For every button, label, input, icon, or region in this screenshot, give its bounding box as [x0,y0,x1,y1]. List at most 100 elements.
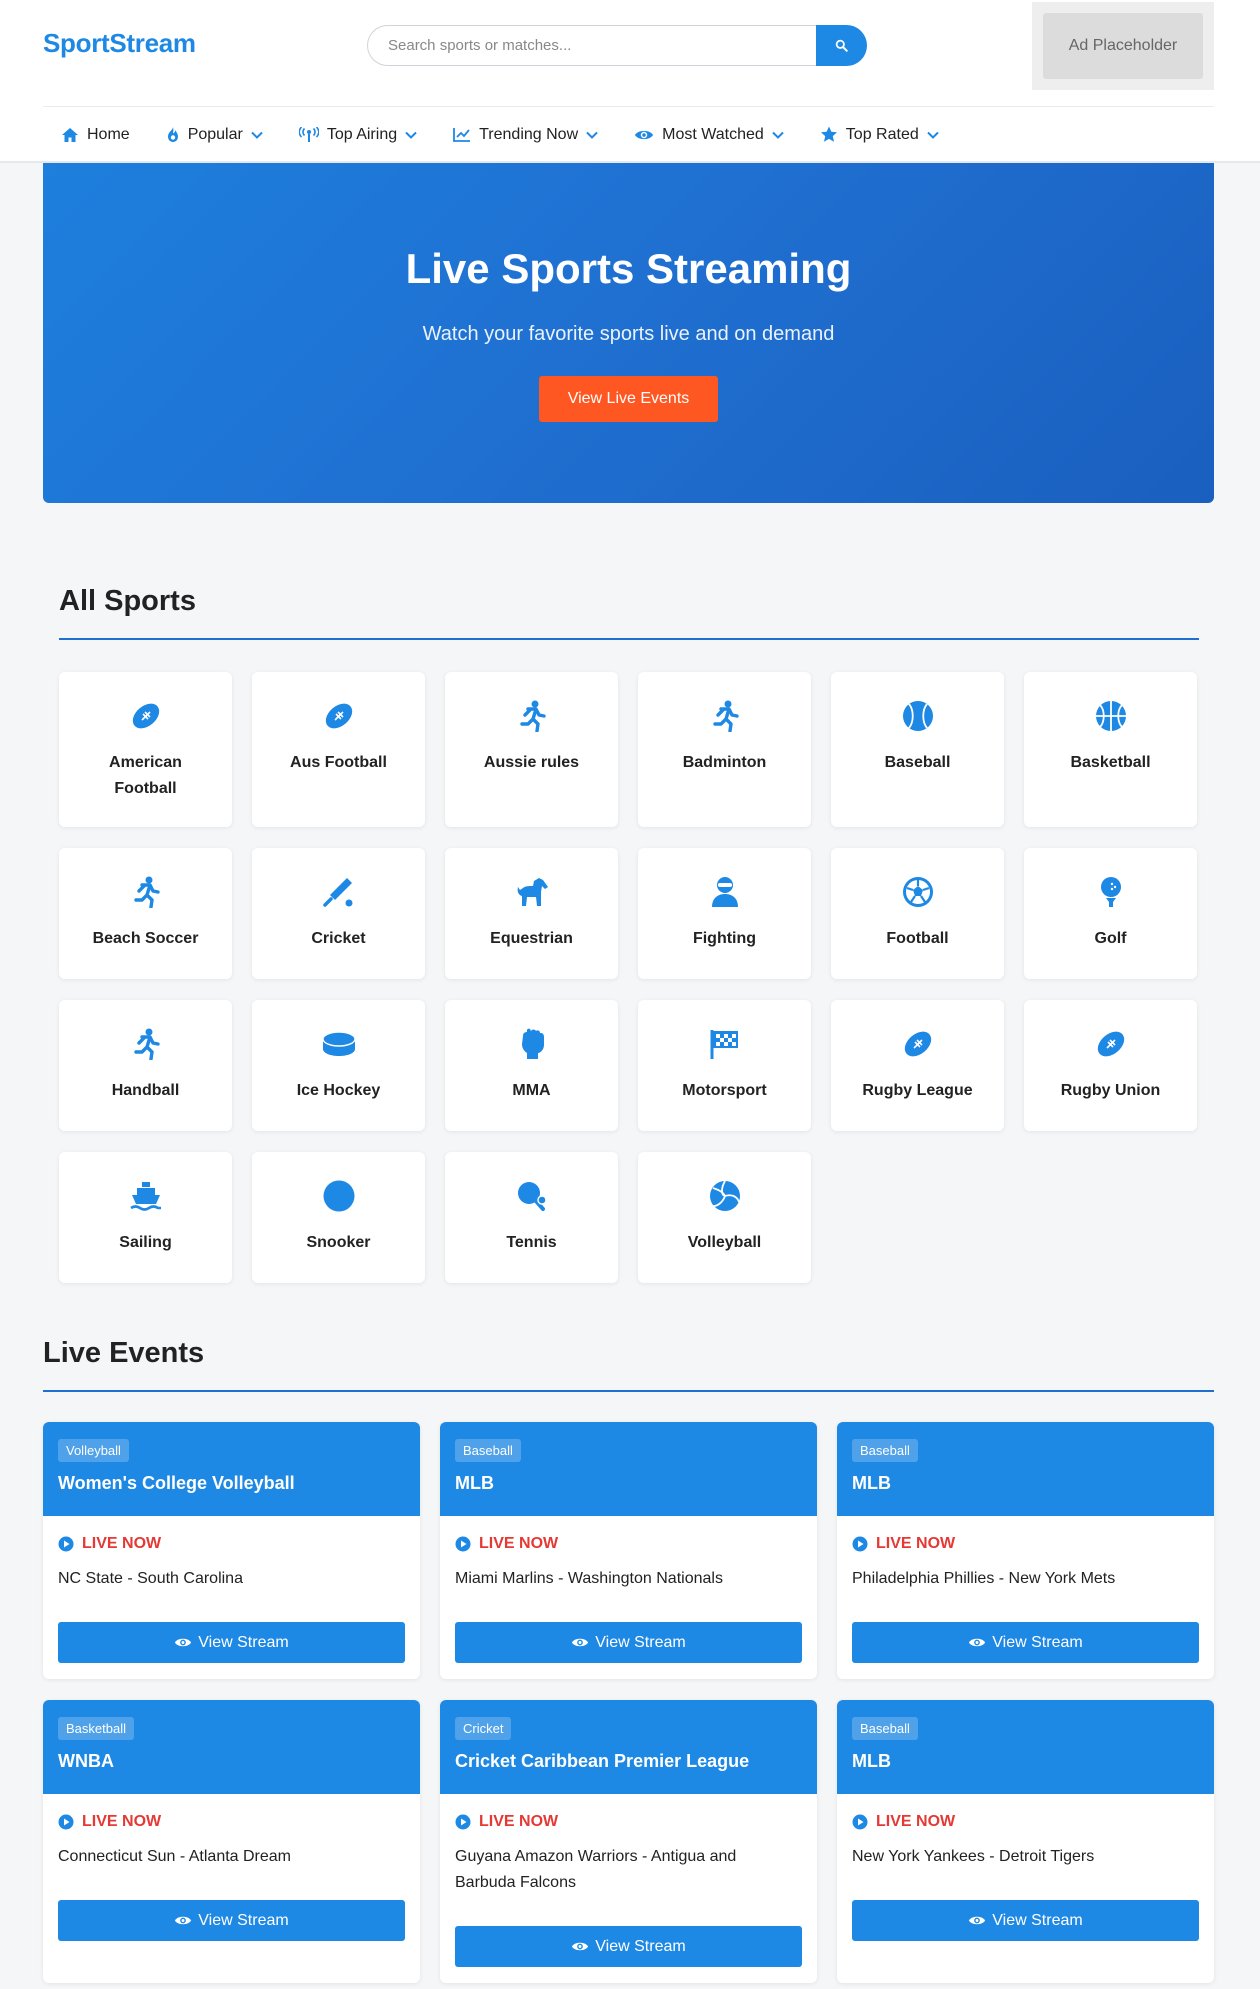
live-now-label: LIVE NOW [876,1813,956,1830]
sport-label: Golf [1094,930,1127,947]
sport-card-motorsport[interactable]: Motorsport [638,1000,811,1131]
football-icon [322,699,356,733]
live-now-label: LIVE NOW [876,1535,956,1552]
nav-trending-now[interactable]: Trending Now [435,107,616,163]
events-grid: Volleyball Women's College Volleyball LI… [43,1422,1214,1983]
site-header: SportStream Ad Placeholder Home Popular [0,0,1260,163]
sport-card-football[interactable]: Football [831,848,1004,979]
basketball-icon [1094,699,1128,733]
view-stream-label: View Stream [595,1937,686,1955]
hero-subtitle: Watch your favorite sports live and on d… [422,323,835,345]
fire-icon [167,127,178,142]
search-input[interactable] [367,25,817,66]
nav-top-airing[interactable]: Top Airing [281,107,435,163]
league-name: MLB [455,1473,494,1493]
view-live-events-button[interactable]: View Live Events [539,376,718,422]
sport-card-equestrian[interactable]: Equestrian [445,848,618,979]
view-stream-button[interactable]: View Stream [58,1622,405,1663]
cricket-bat-icon [322,875,356,909]
nav-most-watched[interactable]: Most Watched [616,107,802,163]
running-icon [515,699,549,733]
live-indicator: LIVE NOW [58,1535,161,1553]
match-teams: Miami Marlins - Washington Nationals [455,1570,723,1587]
table-tennis-icon [515,1179,549,1213]
sport-label: Volleyball [687,1234,762,1251]
live-indicator: LIVE NOW [455,1535,558,1553]
event-card: Volleyball Women's College Volleyball LI… [43,1422,420,1679]
live-now-label: LIVE NOW [479,1813,559,1830]
sport-card-badminton[interactable]: Badminton [638,672,811,827]
sport-card-sailing[interactable]: Sailing [59,1152,232,1283]
view-stream-button[interactable]: View Stream [455,1926,802,1967]
category-badge: Cricket [455,1717,512,1740]
nav-top-rated[interactable]: Top Rated [802,107,957,163]
checkered-flag-icon [708,1027,742,1061]
sport-card-tennis[interactable]: Tennis [445,1152,618,1283]
section-divider [59,638,1199,640]
sport-card-fighting[interactable]: Fighting [638,848,811,979]
play-circle-icon [455,1536,471,1552]
football-icon [129,699,163,733]
event-header: Cricket Cricket Caribbean Premier League [440,1700,817,1794]
play-circle-icon [455,1814,471,1830]
category-badge: Basketball [58,1717,134,1740]
sport-card-volleyball[interactable]: Volleyball [638,1152,811,1283]
golf-ball-icon [1094,875,1128,909]
view-stream-button[interactable]: View Stream [852,1900,1199,1941]
match-teams: Guyana Amazon Warriors - Antigua and Bar… [455,1848,737,1891]
hero-title: Live Sports Streaming [405,245,852,292]
view-stream-button[interactable]: View Stream [852,1622,1199,1663]
event-header: Baseball MLB [440,1422,817,1516]
site-logo[interactable]: SportStream [43,28,196,59]
sport-card-mma[interactable]: MMA [445,1000,618,1131]
football-icon [901,1027,935,1061]
baseball-icon [901,699,935,733]
football-icon [1094,1027,1128,1061]
live-indicator: LIVE NOW [455,1813,558,1831]
chevron-down-icon [586,131,598,139]
nav-label: Most Watched [662,125,764,143]
eye-icon [175,1638,192,1647]
sport-card-snooker[interactable]: Snooker [252,1152,425,1283]
sport-card-cricket[interactable]: Cricket [252,848,425,979]
league-name: Cricket Caribbean Premier League [455,1751,750,1771]
category-badge: Volleyball [58,1439,129,1462]
horse-icon [515,875,549,909]
event-header: Baseball MLB [837,1422,1214,1516]
sport-label: Snooker [306,1234,371,1251]
sport-card-ice-hockey[interactable]: Ice Hockey [252,1000,425,1131]
hockey-puck-icon [321,1027,356,1061]
sport-card-rugby-league[interactable]: Rugby League [831,1000,1004,1131]
play-circle-icon [58,1814,74,1830]
sport-card-baseball[interactable]: Baseball [831,672,1004,827]
sport-card-beach-soccer[interactable]: Beach Soccer [59,848,232,979]
sport-card-handball[interactable]: Handball [59,1000,232,1131]
live-now-label: LIVE NOW [82,1535,162,1552]
nav-home[interactable]: Home [43,107,148,163]
sport-card-golf[interactable]: Golf [1024,848,1197,979]
broadcast-icon [298,126,319,142]
sport-card-rugby-union[interactable]: Rugby Union [1024,1000,1197,1131]
sport-card-american-football[interactable]: American Football [59,672,232,827]
sport-label: Aus Football [290,754,387,771]
view-stream-button[interactable]: View Stream [455,1622,802,1663]
chevron-down-icon [927,131,939,139]
match-teams: New York Yankees - Detroit Tigers [852,1848,1095,1865]
sport-label: Equestrian [490,930,573,947]
eye-icon [175,1916,192,1925]
live-events-title: Live Events [43,1337,205,1369]
search-button[interactable] [816,25,867,66]
sport-card-basketball[interactable]: Basketball [1024,672,1197,827]
nav-label: Top Airing [326,125,398,143]
sport-card-aus-football[interactable]: Aus Football [252,672,425,827]
eye-icon [572,1942,589,1951]
view-stream-button[interactable]: View Stream [58,1900,405,1941]
category-badge: Baseball [852,1439,918,1462]
ad-banner: Ad Placeholder [1032,2,1214,90]
sport-card-aussie-rules[interactable]: Aussie rules [445,672,618,827]
running-icon [129,1027,163,1061]
match-teams: NC State - South Carolina [58,1570,243,1587]
league-name: Women's College Volleyball [58,1473,295,1493]
sport-label: Rugby Union [1060,1082,1161,1099]
nav-popular[interactable]: Popular [148,107,281,163]
